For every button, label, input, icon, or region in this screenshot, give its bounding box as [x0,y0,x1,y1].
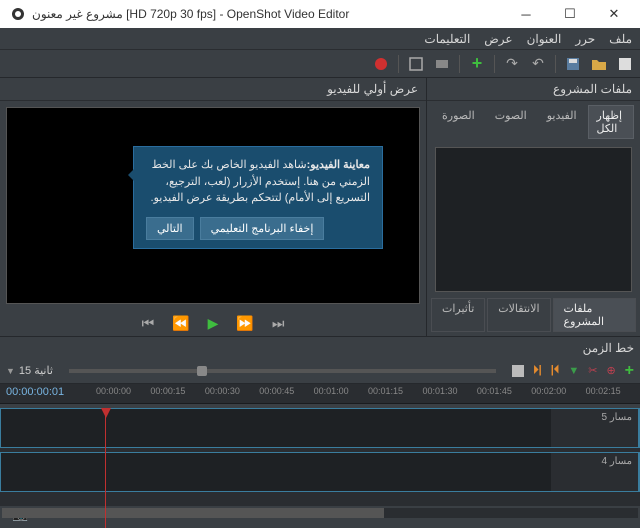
center-playhead-icon[interactable]: ⊕ [606,364,615,377]
zoom-slider[interactable] [69,369,496,373]
tutorial-heading: معاينة الفيديو: [307,159,370,171]
ruler-tick-label: 00:00:15 [150,386,204,396]
window-title: مشروع غير معنون [HD 720p 30 fps] - OpenS… [32,7,504,21]
filter-tabs: إظهار الكل الفيديو الصوت الصورة [427,101,640,143]
timeline-tracks[interactable]: مسار 5 مسار 4 [0,408,640,506]
jump-start-icon[interactable]: ⏮ [142,315,155,332]
open-project-icon[interactable] [590,55,608,73]
toolbar-separator [555,55,556,73]
app-icon [10,6,26,22]
ruler-tick-label: 00:00:45 [259,386,313,396]
ruler-tick-label: 00:02:00 [531,386,585,396]
ruler-tick-label: 00:02:15 [586,386,640,396]
ruler-tick-label: 00:00:30 [205,386,259,396]
ruler-labels: 00:00:0000:00:1500:00:3000:00:4500:01:00… [96,386,640,396]
filter-audio[interactable]: الصوت [486,105,536,139]
video-preview-area: معاينة الفيديو:شاهد الفيديو الخاص بك على… [6,107,420,304]
menu-title[interactable]: العنوان [527,32,562,46]
tab-transitions[interactable]: الانتقالات [487,298,550,332]
tab-effects[interactable]: تأثيرات [431,298,485,332]
import-files-icon[interactable]: + [468,55,486,73]
fullscreen-icon[interactable] [407,55,425,73]
snapping-icon[interactable] [512,365,524,377]
playback-controls: ⏮ ⏪ ▶ ⏩ ⏭ [0,310,426,336]
title-bar: مشروع غير معنون [HD 720p 30 fps] - OpenS… [0,0,640,28]
toolbar-separator [459,55,460,73]
timeline-toolbar: ▼ 15 ثانية ⏵| |⏴ ▼ ✂ ⊕ + [0,358,640,384]
jump-end-icon[interactable]: ⏭ [272,315,285,332]
ruler-tick-label: 00:01:45 [477,386,531,396]
menu-view[interactable]: عرض [484,32,512,46]
ruler-tick-label: 00:01:00 [314,386,368,396]
tutorial-next-button[interactable]: التالي [146,217,194,240]
zoom-level-label: 15 ثانية [19,364,53,377]
add-track-icon[interactable]: + [625,362,634,380]
project-bottom-tabs: ملفات المشروع الانتقالات تأثيرات [427,296,640,336]
ruler-tick-label: 00:00:00 [96,386,150,396]
close-button[interactable]: ✕ [592,0,636,28]
preview-panel: عرض أولي للفيديو معاينة الفيديو:شاهد الف… [0,78,426,336]
razor-icon[interactable]: ✂ [588,364,597,377]
undo-icon[interactable]: ↶ [529,55,547,73]
tutorial-hide-button[interactable]: إخفاء البرنامج التعليمي [200,217,325,240]
track-label[interactable]: مسار 5 [551,409,639,447]
next-marker-icon[interactable]: ⏵| [533,364,542,377]
track-row: مسار 5 [0,408,640,448]
play-icon[interactable]: ▶ [208,315,219,332]
rewind-icon[interactable]: ⏪ [172,315,189,332]
toolbar-separator [494,55,495,73]
zoom-down-icon[interactable]: ▼ [6,366,15,376]
ruler-tick-label: 00:01:15 [368,386,422,396]
menu-file[interactable]: ملف [609,32,632,46]
preview-panel-title: عرض أولي للفيديو [0,78,426,101]
timecode-display: 00:00:00:01 [6,386,64,398]
main-toolbar: ↶ ↷ + [0,50,640,78]
new-project-icon[interactable] [616,55,634,73]
filter-image[interactable]: الصورة [433,105,484,139]
export-icon[interactable] [372,55,390,73]
save-project-icon[interactable] [564,55,582,73]
fast-forward-icon[interactable]: ⏩ [236,315,253,332]
menu-help[interactable]: التعليمات [424,32,470,46]
add-marker-icon[interactable]: ▼ [568,365,579,377]
track-label[interactable]: مسار 4 [551,453,639,491]
menu-edit[interactable]: حرر [575,32,595,46]
ruler-tick-label: 00:01:30 [422,386,476,396]
track-row: مسار 4 [0,452,640,492]
filter-show-all[interactable]: إظهار الكل [588,105,634,139]
project-files-panel: ملفات المشروع إظهار الكل الفيديو الصوت ا… [426,78,640,336]
project-files-title: ملفات المشروع [427,78,640,101]
filter-video[interactable]: الفيديو [538,105,586,139]
toolbar-separator [398,55,399,73]
playhead[interactable] [105,408,106,528]
project-files-list[interactable] [435,147,632,292]
menu-bar: ملف حرر العنوان عرض التعليمات [0,28,640,50]
redo-icon[interactable]: ↷ [503,55,521,73]
timeline-ruler[interactable]: 00:00:00:01 00:00:0000:00:1500:00:3000:0… [0,384,640,404]
maximize-button[interactable]: ☐ [548,0,592,28]
tutorial-popup: معاينة الفيديو:شاهد الفيديو الخاص بك على… [133,146,383,249]
profile-icon[interactable] [433,55,451,73]
prev-marker-icon[interactable]: |⏴ [551,364,560,377]
timeline-horizontal-scrollbar[interactable] [0,506,640,520]
minimize-button[interactable]: ─ [504,0,548,28]
timeline-title: خط الزمن [583,341,634,355]
tab-project-files[interactable]: ملفات المشروع [553,298,636,332]
